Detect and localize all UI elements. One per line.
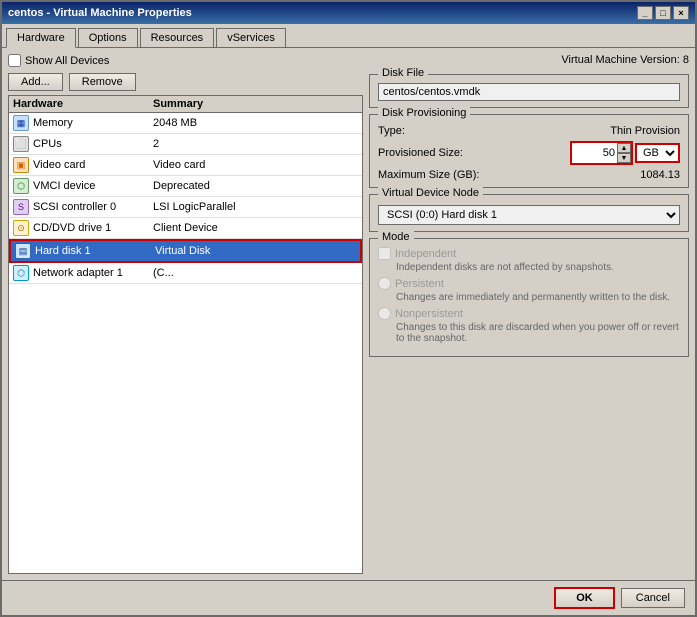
- restore-button[interactable]: □: [655, 6, 671, 20]
- mode-group: Mode Independent Independent disks are n…: [369, 238, 689, 357]
- table-header: Hardware Summary: [9, 96, 362, 113]
- vdev-node-group: Virtual Device Node SCSI (0:0) Hard disk…: [369, 194, 689, 232]
- row-name: Memory: [33, 117, 153, 129]
- hdd-icon: ▤: [15, 243, 31, 259]
- row-summary: LSI LogicParallel: [153, 201, 358, 213]
- remove-button[interactable]: Remove: [69, 73, 136, 91]
- disk-file-group: Disk File: [369, 74, 689, 108]
- max-size-row: Maximum Size (GB): 1084.13: [378, 169, 680, 181]
- prov-size-label: Provisioned Size:: [378, 147, 488, 159]
- row-summary: 2: [153, 138, 358, 150]
- tab-vservices[interactable]: vServices: [216, 28, 286, 47]
- row-name: Network adapter 1: [33, 267, 153, 279]
- type-label: Type:: [378, 125, 488, 137]
- scsi-icon: S: [13, 199, 29, 215]
- tab-resources[interactable]: Resources: [140, 28, 215, 47]
- row-summary: Deprecated: [153, 180, 358, 192]
- size-input-container: ▲ ▼: [570, 141, 633, 165]
- independent-row: Independent: [378, 247, 680, 260]
- cancel-button[interactable]: Cancel: [621, 588, 685, 608]
- nonpersistent-desc: Changes to this disk are discarded when …: [396, 322, 680, 344]
- minimize-button[interactable]: _: [637, 6, 653, 20]
- row-summary: Video card: [153, 159, 358, 171]
- row-name: CD/DVD drive 1: [33, 222, 153, 234]
- main-window: centos - Virtual Machine Properties _ □ …: [0, 0, 697, 617]
- row-name: SCSI controller 0: [33, 201, 153, 213]
- persistent-row: Persistent: [378, 277, 680, 290]
- content-area: Show All Devices Add... Remove Hardware …: [2, 48, 695, 580]
- vdev-node-label: Virtual Device Node: [378, 187, 483, 199]
- nonpersistent-label: Nonpersistent: [395, 308, 463, 320]
- provisioned-size-input[interactable]: [572, 146, 617, 160]
- disk-file-label: Disk File: [378, 67, 428, 79]
- row-name: VMCI device: [33, 180, 153, 192]
- table-row[interactable]: ⊙ CD/DVD drive 1 Client Device: [9, 218, 362, 239]
- disk-file-input[interactable]: [378, 83, 680, 101]
- tab-options[interactable]: Options: [78, 28, 138, 47]
- row-summary: 2048 MB: [153, 117, 358, 129]
- show-all-devices-row: Show All Devices: [8, 54, 363, 67]
- table-row[interactable]: ⬡ VMCI device Deprecated: [9, 176, 362, 197]
- independent-label: Independent: [395, 248, 456, 260]
- col-summary-header: Summary: [153, 98, 358, 110]
- show-all-label: Show All Devices: [25, 55, 109, 67]
- persistent-radio[interactable]: [378, 277, 391, 290]
- independent-desc: Independent disks are not affected by sn…: [396, 262, 680, 273]
- table-row[interactable]: ⬜ CPUs 2: [9, 134, 362, 155]
- add-button[interactable]: Add...: [8, 73, 63, 91]
- hardware-table: Hardware Summary ▦ Memory 2048 MB ⬜ CPUs…: [8, 95, 363, 574]
- vmci-icon: ⬡: [13, 178, 29, 194]
- vdev-node-select[interactable]: SCSI (0:0) Hard disk 1: [378, 205, 680, 225]
- row-name: Video card: [33, 159, 153, 171]
- nonpersistent-radio[interactable]: [378, 307, 391, 320]
- cd-icon: ⊙: [13, 220, 29, 236]
- persistent-desc: Changes are immediately and permanently …: [396, 292, 680, 303]
- persistent-label: Persistent: [395, 278, 444, 290]
- mode-label: Mode: [378, 231, 414, 243]
- row-summary: Client Device: [153, 222, 358, 234]
- row-summary: Virtual Disk: [155, 245, 356, 257]
- table-row[interactable]: ▣ Video card Video card: [9, 155, 362, 176]
- type-value: Thin Provision: [488, 125, 680, 137]
- col-hardware-header: Hardware: [13, 98, 153, 110]
- table-row[interactable]: ▦ Memory 2048 MB: [9, 113, 362, 134]
- tab-bar: Hardware Options Resources vServices: [2, 24, 695, 48]
- left-panel: Show All Devices Add... Remove Hardware …: [8, 54, 363, 574]
- row-name: CPUs: [33, 138, 153, 150]
- prov-size-row: Provisioned Size: ▲ ▼ GB MB TB: [378, 141, 680, 165]
- bottom-bar: OK Cancel: [2, 580, 695, 615]
- independent-checkbox[interactable]: [378, 247, 391, 260]
- table-body: ▦ Memory 2048 MB ⬜ CPUs 2 ▣ Video card V…: [9, 113, 362, 284]
- vm-version: Virtual Machine Version: 8: [369, 54, 689, 66]
- max-size-value: 1084.13: [488, 169, 680, 181]
- cpu-icon: ⬜: [13, 136, 29, 152]
- net-icon: ⬡: [13, 265, 29, 281]
- memory-icon: ▦: [13, 115, 29, 131]
- video-icon: ▣: [13, 157, 29, 173]
- type-row: Type: Thin Provision: [378, 125, 680, 137]
- table-row[interactable]: S SCSI controller 0 LSI LogicParallel: [9, 197, 362, 218]
- title-bar-buttons: _ □ ×: [637, 6, 689, 20]
- size-spinner: ▲ ▼: [617, 143, 631, 163]
- row-name: Hard disk 1: [35, 245, 155, 257]
- size-spin-down[interactable]: ▼: [617, 153, 631, 163]
- size-unit-select[interactable]: GB MB TB: [635, 143, 680, 163]
- show-all-checkbox[interactable]: [8, 54, 21, 67]
- tab-hardware[interactable]: Hardware: [6, 28, 76, 48]
- nonpersistent-row: Nonpersistent: [378, 307, 680, 320]
- table-row[interactable]: ⬡ Network adapter 1 (C...: [9, 263, 362, 284]
- window-title: centos - Virtual Machine Properties: [8, 7, 192, 19]
- max-size-label: Maximum Size (GB):: [378, 169, 488, 181]
- right-panel: Virtual Machine Version: 8 Disk File Dis…: [369, 54, 689, 574]
- close-button[interactable]: ×: [673, 6, 689, 20]
- size-spin-up[interactable]: ▲: [617, 143, 631, 153]
- device-actions: Add... Remove: [8, 73, 363, 91]
- title-bar: centos - Virtual Machine Properties _ □ …: [2, 2, 695, 24]
- provisioning-group: Disk Provisioning Type: Thin Provision P…: [369, 114, 689, 188]
- ok-button[interactable]: OK: [554, 587, 615, 609]
- table-row[interactable]: ▤ Hard disk 1 Virtual Disk: [9, 239, 362, 263]
- row-summary: (C...: [153, 267, 358, 279]
- provisioning-label: Disk Provisioning: [378, 107, 470, 119]
